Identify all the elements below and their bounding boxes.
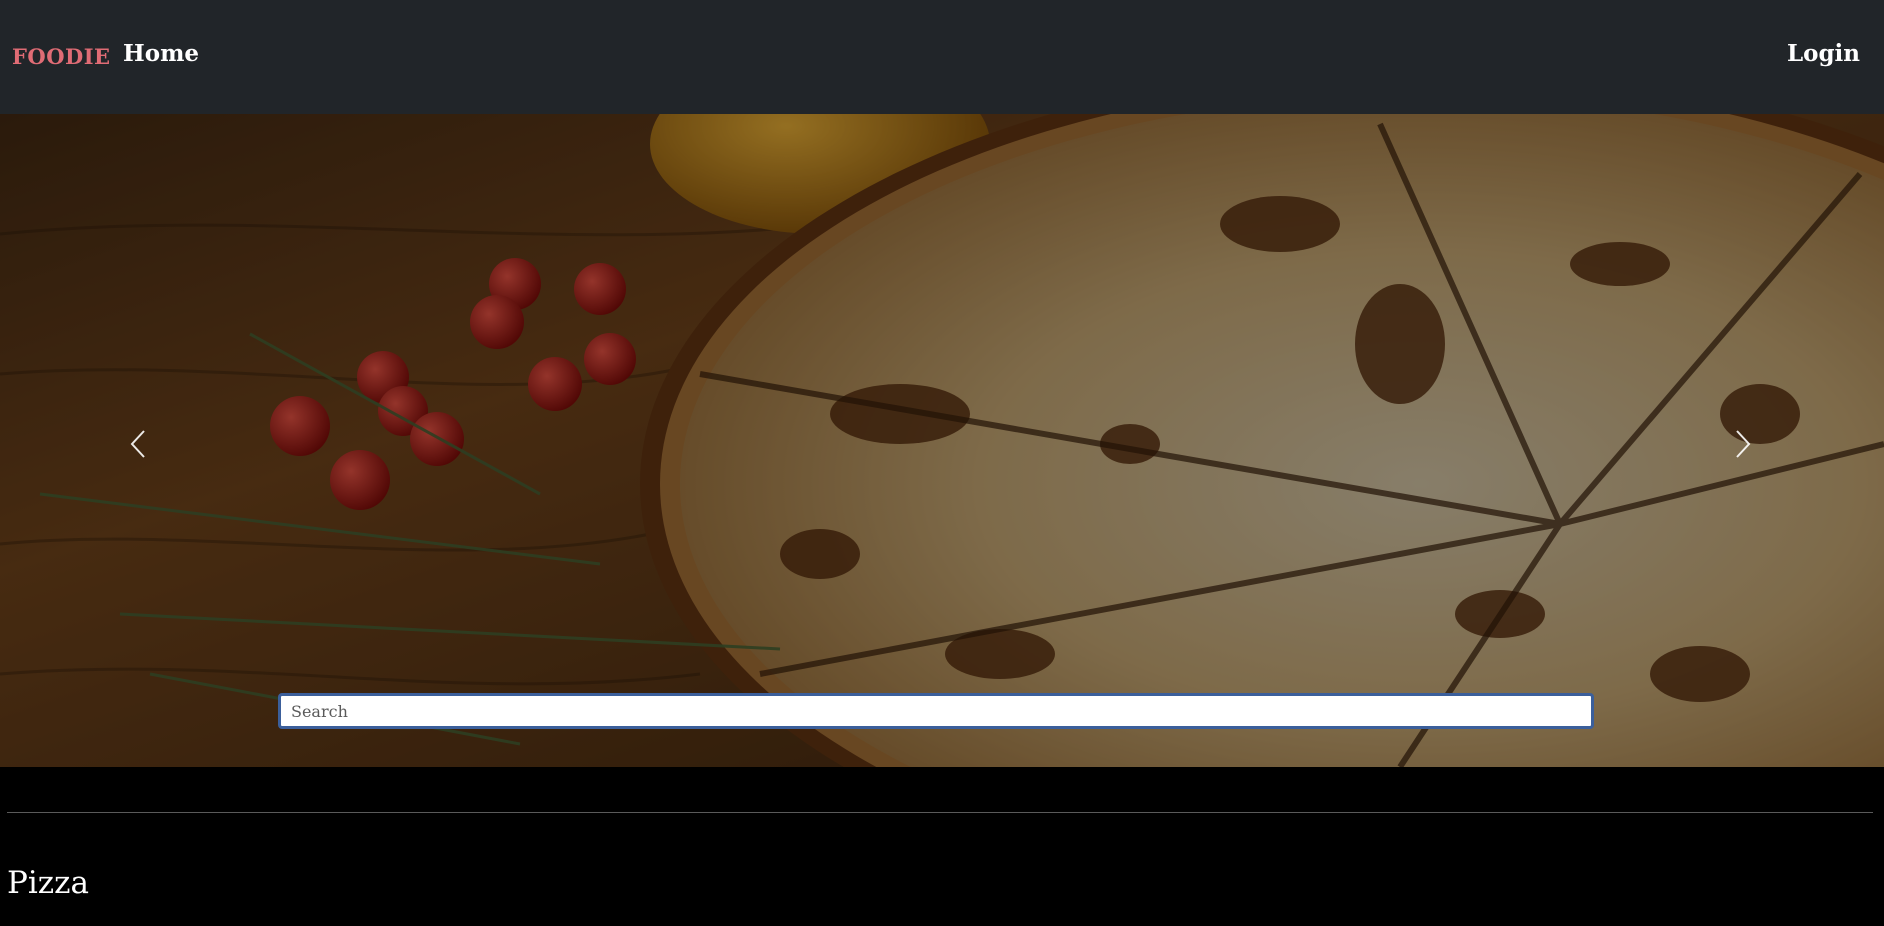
search-container (278, 693, 1594, 729)
carousel-prev-button[interactable] (108, 414, 168, 474)
chevron-left-icon (130, 430, 145, 458)
hero-overlay (0, 114, 1884, 767)
hero-carousel (0, 114, 1884, 767)
section-divider (7, 812, 1873, 813)
section-title: Pizza (7, 865, 89, 901)
nav-link-home[interactable]: Home (123, 40, 199, 67)
brand-logo[interactable]: FOODIE (12, 44, 111, 69)
login-link[interactable]: Login (1787, 40, 1860, 67)
carousel-next-button[interactable] (1713, 414, 1773, 474)
search-input[interactable] (278, 693, 1594, 729)
chevron-right-icon (1736, 430, 1751, 458)
navbar: FOODIE Home Login (0, 0, 1884, 114)
